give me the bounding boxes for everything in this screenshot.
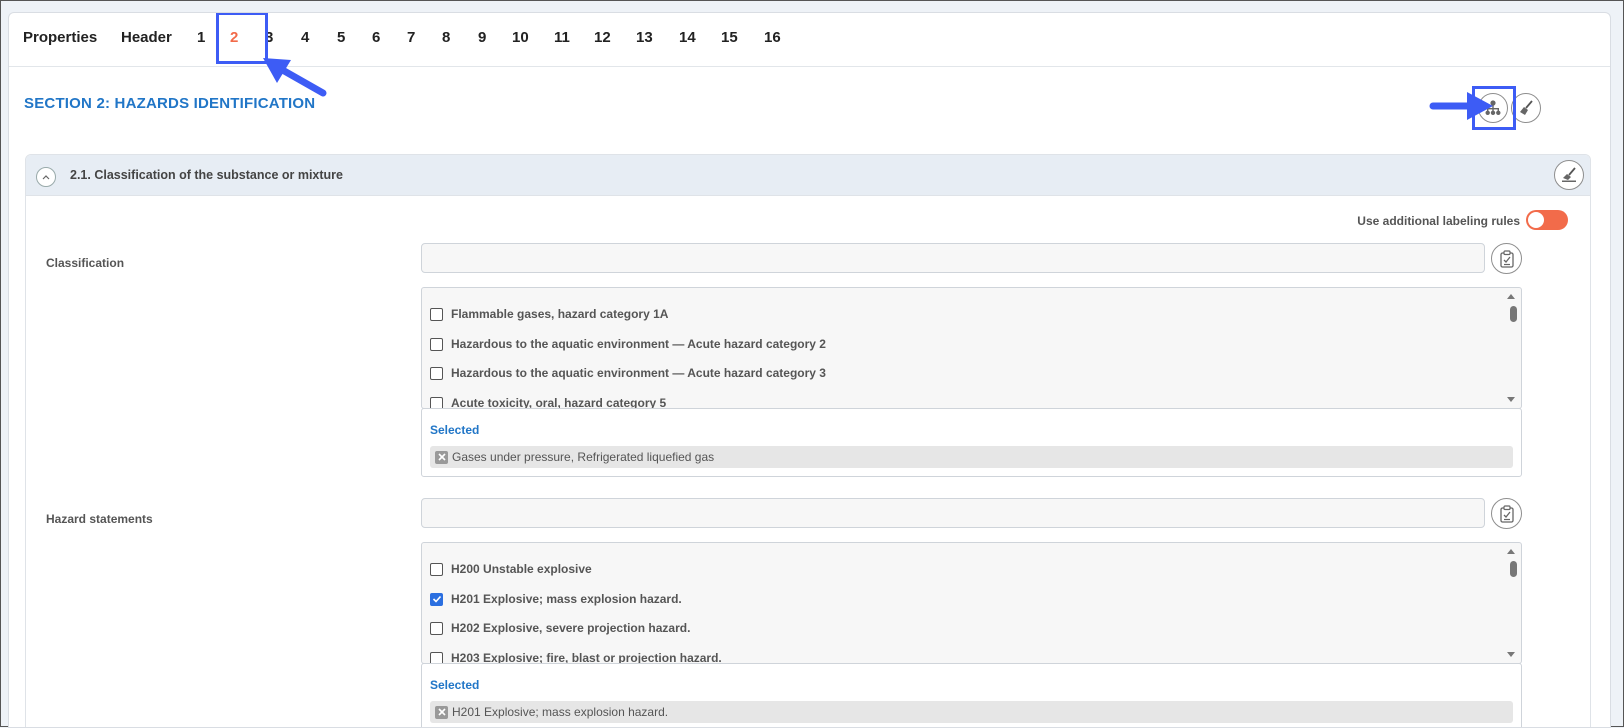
hazard-statements-options-list[interactable]: H200 Unstable explosive H201 Explosive; … [421,542,1522,664]
annotation-arrow-up-left-icon [263,58,327,97]
checkbox-checked[interactable] [430,592,443,606]
clipboard-check-icon [1499,504,1514,523]
classification-selected-box: Selected Gases under pressure, Refrigera… [421,408,1522,477]
selected-title: Selected [430,678,480,692]
subsection-2-1: 2.1. Classification of the substance or … [25,154,1591,727]
checkbox[interactable] [430,307,443,321]
scroll-down-arrow[interactable] [1507,652,1515,657]
toggle-label: Use additional labeling rules [1357,214,1520,228]
hazard-statements-label: Hazard statements [46,512,153,526]
tab-11[interactable]: 11 [554,29,570,46]
main-panel: Properties Header 1 2 3 4 5 6 7 8 9 10 1… [8,12,1611,728]
hazard-statements-selected-box: Selected H201 Explosive; mass explosion … [421,663,1522,727]
checkmark-icon [432,595,441,603]
scrollbar-thumb[interactable] [1510,561,1517,577]
classification-label: Classification [46,256,125,270]
classification-options-list[interactable]: Flammable gases, hazard category 1A Haza… [421,287,1522,409]
tab-4[interactable]: 4 [301,29,309,46]
scrollbar-thumb[interactable] [1510,306,1517,322]
tab-16[interactable]: 16 [764,29,781,46]
additional-labeling-toggle[interactable] [1526,210,1568,230]
tab-12[interactable]: 12 [594,29,611,46]
remove-chip-button[interactable] [435,450,448,464]
classification-search-input[interactable] [421,243,1485,273]
clipboard-check-icon [1499,249,1514,268]
tab-properties[interactable]: Properties [23,29,97,46]
close-icon [437,708,446,716]
tab-10[interactable]: 10 [512,29,529,46]
annotation-arrow-right-icon [1429,92,1493,120]
broom-icon [1520,100,1533,115]
list-item[interactable]: Hazardous to the aquatic environment — A… [430,364,826,382]
tab-6[interactable]: 6 [372,29,380,46]
checkbox[interactable] [430,337,443,351]
app-frame: Properties Header 1 2 3 4 5 6 7 8 9 10 1… [0,0,1624,728]
hazard-statements-clipboard-button[interactable] [1491,498,1522,529]
list-item[interactable]: Hazardous to the aquatic environment — A… [430,335,826,353]
checkbox[interactable] [430,366,443,380]
tab-8[interactable]: 8 [442,29,450,46]
tab-13[interactable]: 13 [636,29,653,46]
tab-7[interactable]: 7 [407,29,415,46]
list-item[interactable]: Acute toxicity, oral, hazard category 5 [430,394,666,408]
list-item[interactable]: Flammable gases, hazard category 1A [430,305,668,323]
list-item[interactable]: H200 Unstable explosive [430,560,592,578]
scroll-up-arrow[interactable] [1507,294,1515,299]
tab-1[interactable]: 1 [197,29,205,46]
scroll-up-arrow[interactable] [1507,549,1515,554]
scroll-down-arrow[interactable] [1507,397,1515,402]
list-item[interactable]: H203 Explosive; fire, blast or projectio… [430,649,722,663]
hazard-statements-search-input[interactable] [421,498,1485,528]
subsection-title: 2.1. Classification of the substance or … [70,168,343,182]
remove-chip-button[interactable] [435,705,448,719]
subsection-header[interactable]: 2.1. Classification of the substance or … [26,155,1590,196]
selected-title: Selected [430,423,480,437]
tab-9[interactable]: 9 [478,29,486,46]
list-item[interactable]: H201 Explosive; mass explosion hazard. [430,590,682,608]
tab-5[interactable]: 5 [337,29,345,46]
checkbox[interactable] [430,562,443,576]
chevron-up-icon [42,175,50,180]
classification-clipboard-button[interactable] [1491,243,1522,274]
selected-chip: Gases under pressure, Refrigerated lique… [430,446,1513,468]
tab-14[interactable]: 14 [679,29,696,46]
close-icon [437,453,446,461]
selected-chip: H201 Explosive; mass explosion hazard. [430,701,1513,723]
list-item[interactable]: H202 Explosive, severe projection hazard… [430,619,690,637]
collapse-button[interactable] [36,167,56,187]
broom-icon [1562,167,1576,182]
subsection-clear-button[interactable] [1554,160,1584,190]
tab-header[interactable]: Header [121,29,172,46]
checkbox[interactable] [430,621,443,635]
tab-15[interactable]: 15 [721,29,738,46]
